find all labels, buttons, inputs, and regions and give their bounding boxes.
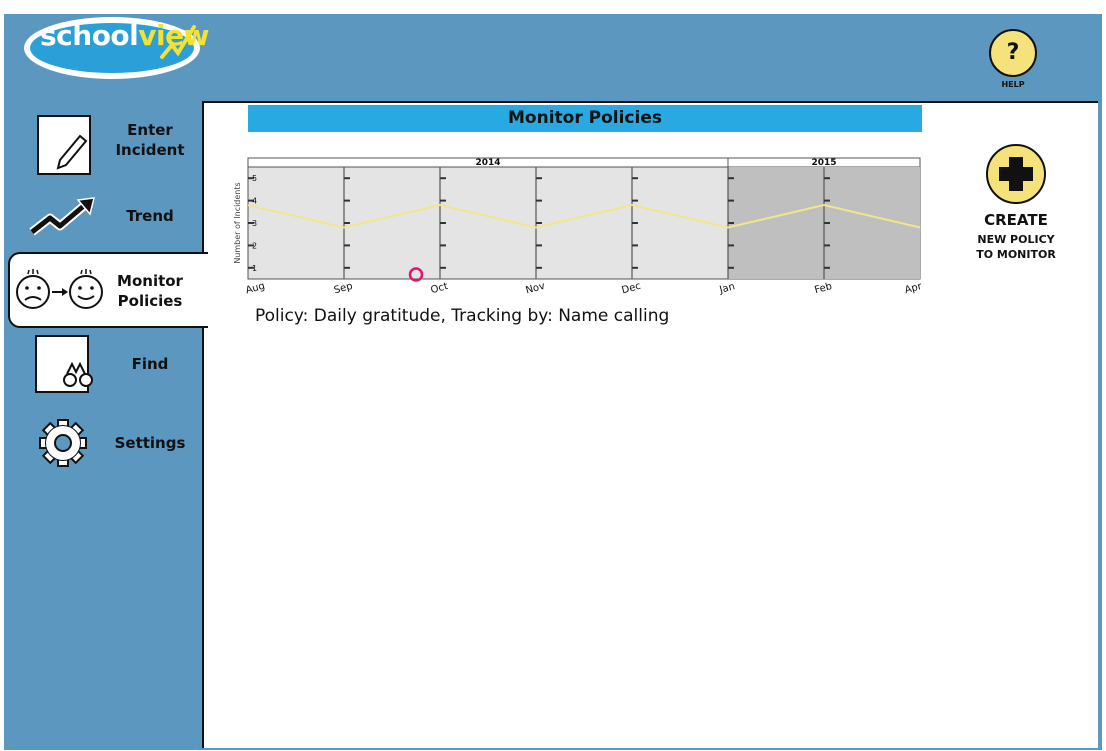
y-tick-label: 4: [252, 197, 257, 206]
x-tick-label: Oct: [430, 281, 450, 296]
sidebar-item-monitor-policies[interactable]: Monitor Policies: [8, 252, 208, 328]
policy-description: Policy: Daily gratitude, Tracking by: Na…: [255, 306, 670, 326]
binoculars-notepad-icon: [35, 335, 93, 393]
sidebar-item-monitor-policies-label: Monitor Policies: [117, 272, 183, 310]
y-tick-label: 1: [252, 264, 257, 273]
x-tick-label: Nov: [524, 281, 546, 297]
create-subtitle: NEW POLICY TO MONITOR: [976, 233, 1056, 261]
section-title-bar: Monitor Policies: [248, 105, 922, 132]
monitor-chart: 2014 201512345Number of IncidentsAug Sep Oc…: [233, 157, 924, 297]
y-tick-label: 2: [252, 241, 257, 250]
y-axis-label: Number of Incidents: [233, 182, 242, 263]
sidebar-item-enter-incident-label: Enter Incident: [115, 121, 185, 159]
sidebar-item-find-label: Find: [131, 355, 169, 373]
logo-text: schoolview: [40, 19, 209, 52]
sidebar-item-settings[interactable]: Settings: [0, 416, 205, 470]
x-tick-label: Feb: [813, 281, 833, 296]
sidebar-item-enter-incident[interactable]: Enter Incident: [0, 110, 205, 182]
y-tick-label: 5: [252, 174, 257, 183]
gear-icon: [39, 419, 87, 467]
sidebar-item-settings-label: Settings: [114, 434, 186, 452]
trend-arrow-icon: [29, 197, 95, 236]
y-tick-label: 3: [252, 219, 257, 228]
x-tick-label: Jan: [718, 281, 737, 296]
sidebar-item-trend[interactable]: Trend: [0, 192, 205, 244]
x-tick-label: Dec: [621, 281, 643, 297]
notepad-pencil-icon: [37, 115, 91, 175]
sidebar-item-trend-label: Trend: [126, 207, 174, 225]
x-tick-label: Apr: [904, 281, 924, 296]
help-label: HELP: [1001, 80, 1025, 89]
x-tick-label: Sep: [333, 281, 354, 297]
help-button[interactable]: ?: [989, 29, 1037, 77]
sad-to-happy-icon: [16, 269, 103, 309]
plus-icon: [999, 157, 1033, 191]
create-title: CREATE: [984, 211, 1048, 229]
create-policy-button[interactable]: [986, 144, 1046, 204]
x-tick-label: Aug: [244, 281, 266, 297]
sidebar-item-find[interactable]: Find: [0, 334, 205, 396]
